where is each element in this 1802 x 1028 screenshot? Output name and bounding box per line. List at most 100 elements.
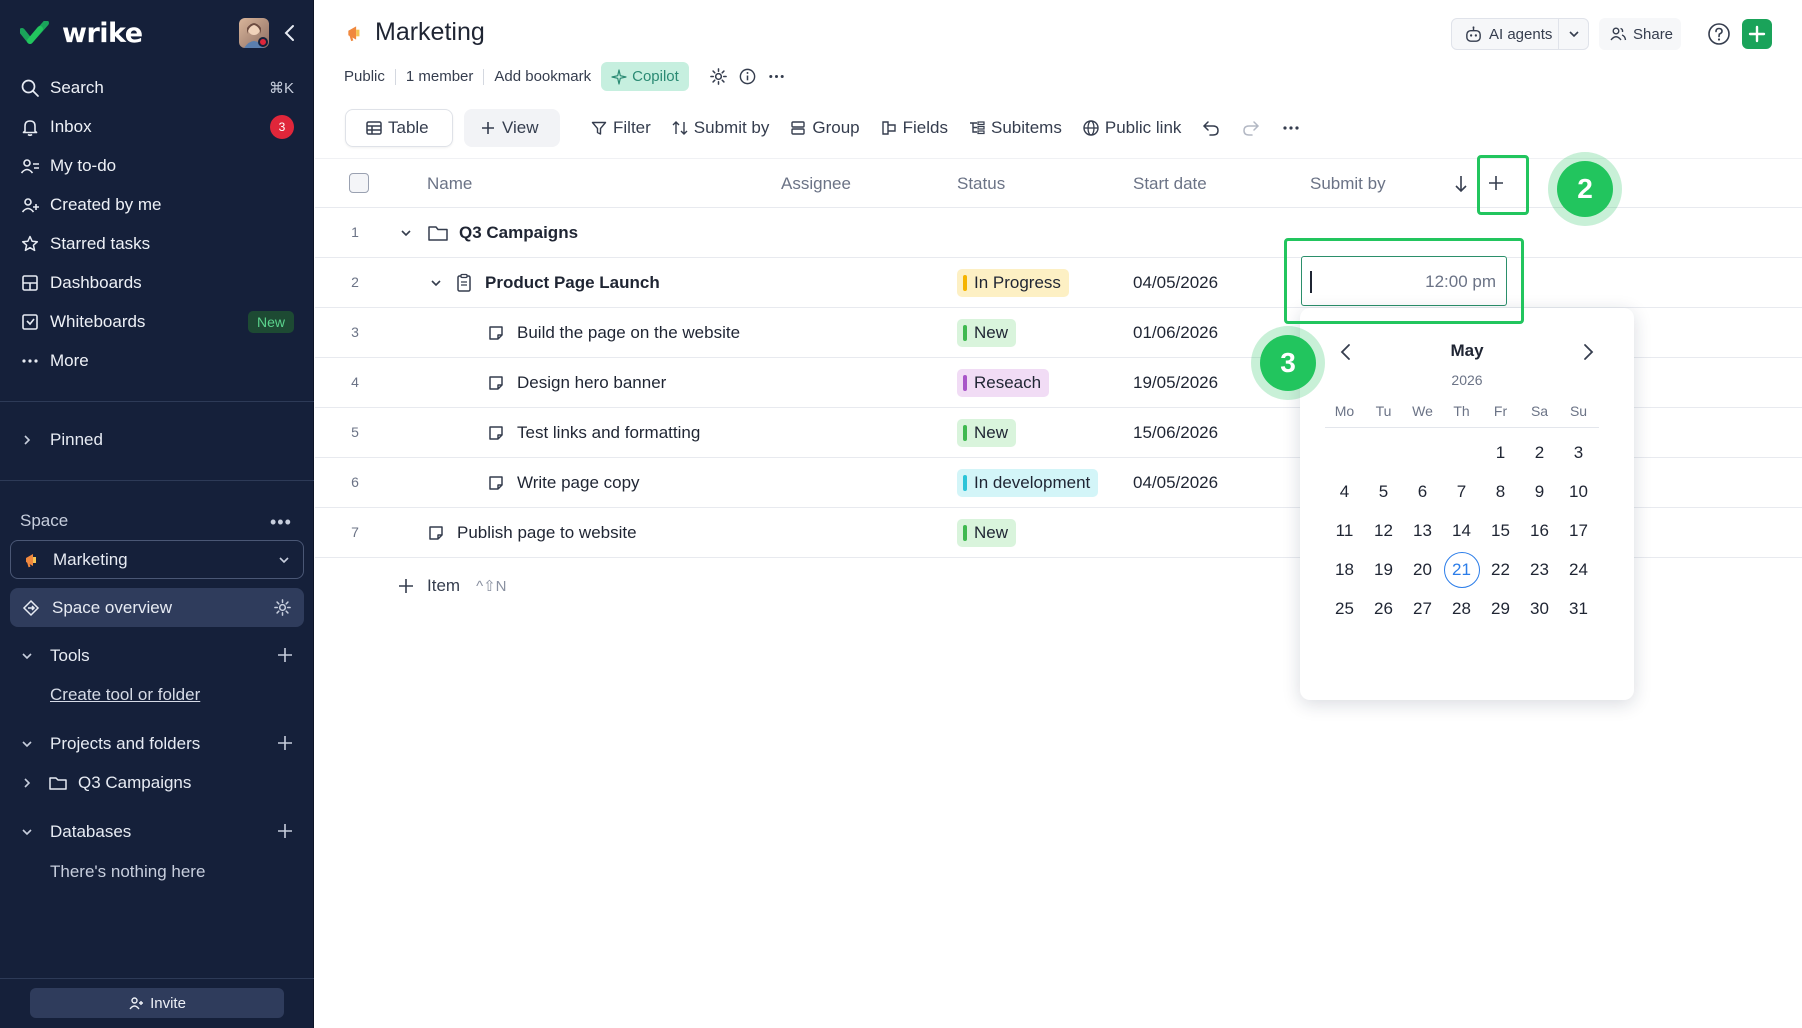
calendar-day[interactable]: 12 <box>1364 511 1403 550</box>
status-badge[interactable]: New <box>957 419 1017 447</box>
ai-agents-button[interactable]: AI agents <box>1451 18 1589 50</box>
gear-icon[interactable] <box>709 67 728 86</box>
calendar-day[interactable]: 26 <box>1364 589 1403 628</box>
status-badge[interactable]: Reseach <box>957 369 1050 397</box>
visibility-label[interactable]: Public <box>344 68 385 85</box>
undo-icon[interactable] <box>1201 118 1221 138</box>
sidebar-item-starred[interactable]: Starred tasks <box>10 224 304 263</box>
calendar-day[interactable]: 16 <box>1520 511 1559 550</box>
info-icon[interactable] <box>738 67 757 86</box>
collapse-sidebar-icon[interactable] <box>279 22 301 44</box>
calendar-day[interactable]: 31 <box>1559 589 1598 628</box>
sort-arrow-down-icon[interactable] <box>1452 174 1470 194</box>
help-icon[interactable] <box>1707 22 1731 46</box>
filter-button[interactable]: Filter <box>590 118 651 138</box>
ai-agents-dropdown[interactable] <box>1558 19 1588 49</box>
calendar-day[interactable]: 7 <box>1442 472 1481 511</box>
calendar-day[interactable]: 28 <box>1442 589 1481 628</box>
status-badge[interactable]: New <box>957 319 1017 347</box>
wrike-logo[interactable]: wrike <box>20 18 143 49</box>
add-item-button[interactable]: Item ^⇧N <box>397 576 507 596</box>
add-project-plus-icon[interactable] <box>276 734 294 752</box>
add-tool-plus-icon[interactable] <box>276 646 294 664</box>
sidebar-item-dashboards[interactable]: Dashboards <box>10 263 304 302</box>
calendar-day[interactable]: 19 <box>1364 550 1403 589</box>
column-header-name[interactable]: Name <box>427 174 472 194</box>
calendar-day[interactable]: 8 <box>1481 472 1520 511</box>
calendar-day[interactable]: 1 <box>1481 433 1520 472</box>
calendar-day[interactable]: 20 <box>1403 550 1442 589</box>
calendar-day[interactable]: 21 <box>1442 550 1481 589</box>
calendar-day[interactable]: 11 <box>1325 511 1364 550</box>
start-date-cell[interactable]: 04/05/2026 <box>1133 473 1218 493</box>
space-overview-item[interactable]: Space overview <box>10 588 304 627</box>
databases-section-header[interactable]: Databases <box>20 822 294 842</box>
name-cell[interactable]: Q3 Campaigns <box>399 223 578 243</box>
create-new-button[interactable] <box>1742 19 1772 49</box>
subitems-button[interactable]: Subitems <box>968 118 1062 138</box>
chevron-down-icon[interactable] <box>429 276 443 290</box>
start-date-cell[interactable]: 15/06/2026 <box>1133 423 1218 443</box>
add-database-plus-icon[interactable] <box>276 822 294 840</box>
share-button[interactable]: Share <box>1599 18 1681 50</box>
calendar-day[interactable]: 15 <box>1481 511 1520 550</box>
calendar-day[interactable]: 6 <box>1403 472 1442 511</box>
invite-button[interactable]: Invite <box>30 988 284 1018</box>
add-view-button[interactable]: View <box>464 109 560 147</box>
sidebar-item-search[interactable]: Search ⌘K <box>10 68 304 107</box>
tab-table-view[interactable]: Table <box>345 109 453 147</box>
gear-icon[interactable] <box>273 598 292 617</box>
avatar[interactable] <box>239 18 269 48</box>
calendar-day[interactable]: 4 <box>1325 472 1364 511</box>
sort-button[interactable]: Submit by <box>671 118 769 138</box>
members-label[interactable]: 1 member <box>406 68 474 85</box>
calendar-day[interactable]: 13 <box>1403 511 1442 550</box>
calendar-day[interactable]: 24 <box>1559 550 1598 589</box>
calendar-day[interactable]: 22 <box>1481 550 1520 589</box>
calendar-day[interactable]: 18 <box>1325 550 1364 589</box>
calendar-day[interactable]: 17 <box>1559 511 1598 550</box>
create-tool-or-folder-link[interactable]: Create tool or folder <box>50 685 200 705</box>
sidebar-item-more[interactable]: More <box>10 341 304 380</box>
sidebar-pinned[interactable]: Pinned <box>20 430 103 450</box>
status-badge[interactable]: New <box>957 519 1017 547</box>
calendar-day[interactable]: 5 <box>1364 472 1403 511</box>
fields-button[interactable]: Fields <box>880 118 948 138</box>
more-dots-icon[interactable] <box>767 67 786 86</box>
select-all-checkbox[interactable] <box>349 173 369 193</box>
column-header-start-date[interactable]: Start date <box>1133 174 1207 194</box>
chevron-down-icon[interactable] <box>399 226 413 240</box>
group-button[interactable]: Group <box>789 118 860 138</box>
calendar-day[interactable]: 29 <box>1481 589 1520 628</box>
sidebar-item-created-by-me[interactable]: Created by me <box>10 185 304 224</box>
calendar-year[interactable]: 2026 <box>1300 372 1634 388</box>
projects-section-header[interactable]: Projects and folders <box>20 734 294 754</box>
calendar-day[interactable]: 30 <box>1520 589 1559 628</box>
status-badge[interactable]: In development <box>957 469 1099 497</box>
more-dots-icon[interactable] <box>1281 118 1301 138</box>
column-header-assignee[interactable]: Assignee <box>781 174 851 194</box>
calendar-day[interactable]: 10 <box>1559 472 1598 511</box>
public-link-button[interactable]: Public link <box>1082 118 1181 138</box>
calendar-day[interactable]: 3 <box>1559 433 1598 472</box>
tools-section-header[interactable]: Tools <box>20 646 294 666</box>
sidebar-item-inbox[interactable]: Inbox 3 <box>10 107 304 146</box>
calendar-day[interactable]: 23 <box>1520 550 1559 589</box>
chevron-right-icon[interactable] <box>1578 342 1598 362</box>
name-cell[interactable]: Write page copy <box>487 473 640 493</box>
name-cell[interactable]: Test links and formatting <box>487 423 700 443</box>
calendar-day[interactable]: 14 <box>1442 511 1481 550</box>
space-more-button[interactable]: ••• <box>270 512 292 533</box>
calendar-day[interactable]: 9 <box>1520 472 1559 511</box>
copilot-button[interactable]: Copilot <box>601 62 689 91</box>
table-row[interactable]: 2 Product Page Launch In Progress 04/05/… <box>315 258 1802 308</box>
status-badge[interactable]: In Progress <box>957 269 1069 297</box>
sidebar-item-my-todo[interactable]: My to-do <box>10 146 304 185</box>
calendar-day[interactable]: 27 <box>1403 589 1442 628</box>
column-header-status[interactable]: Status <box>957 174 1005 194</box>
page-title[interactable]: Marketing <box>375 18 485 47</box>
name-cell[interactable]: Publish page to website <box>427 523 637 543</box>
start-date-cell[interactable]: 01/06/2026 <box>1133 323 1218 343</box>
calendar-day[interactable]: 2 <box>1520 433 1559 472</box>
name-cell[interactable]: Build the page on the website <box>487 323 740 343</box>
